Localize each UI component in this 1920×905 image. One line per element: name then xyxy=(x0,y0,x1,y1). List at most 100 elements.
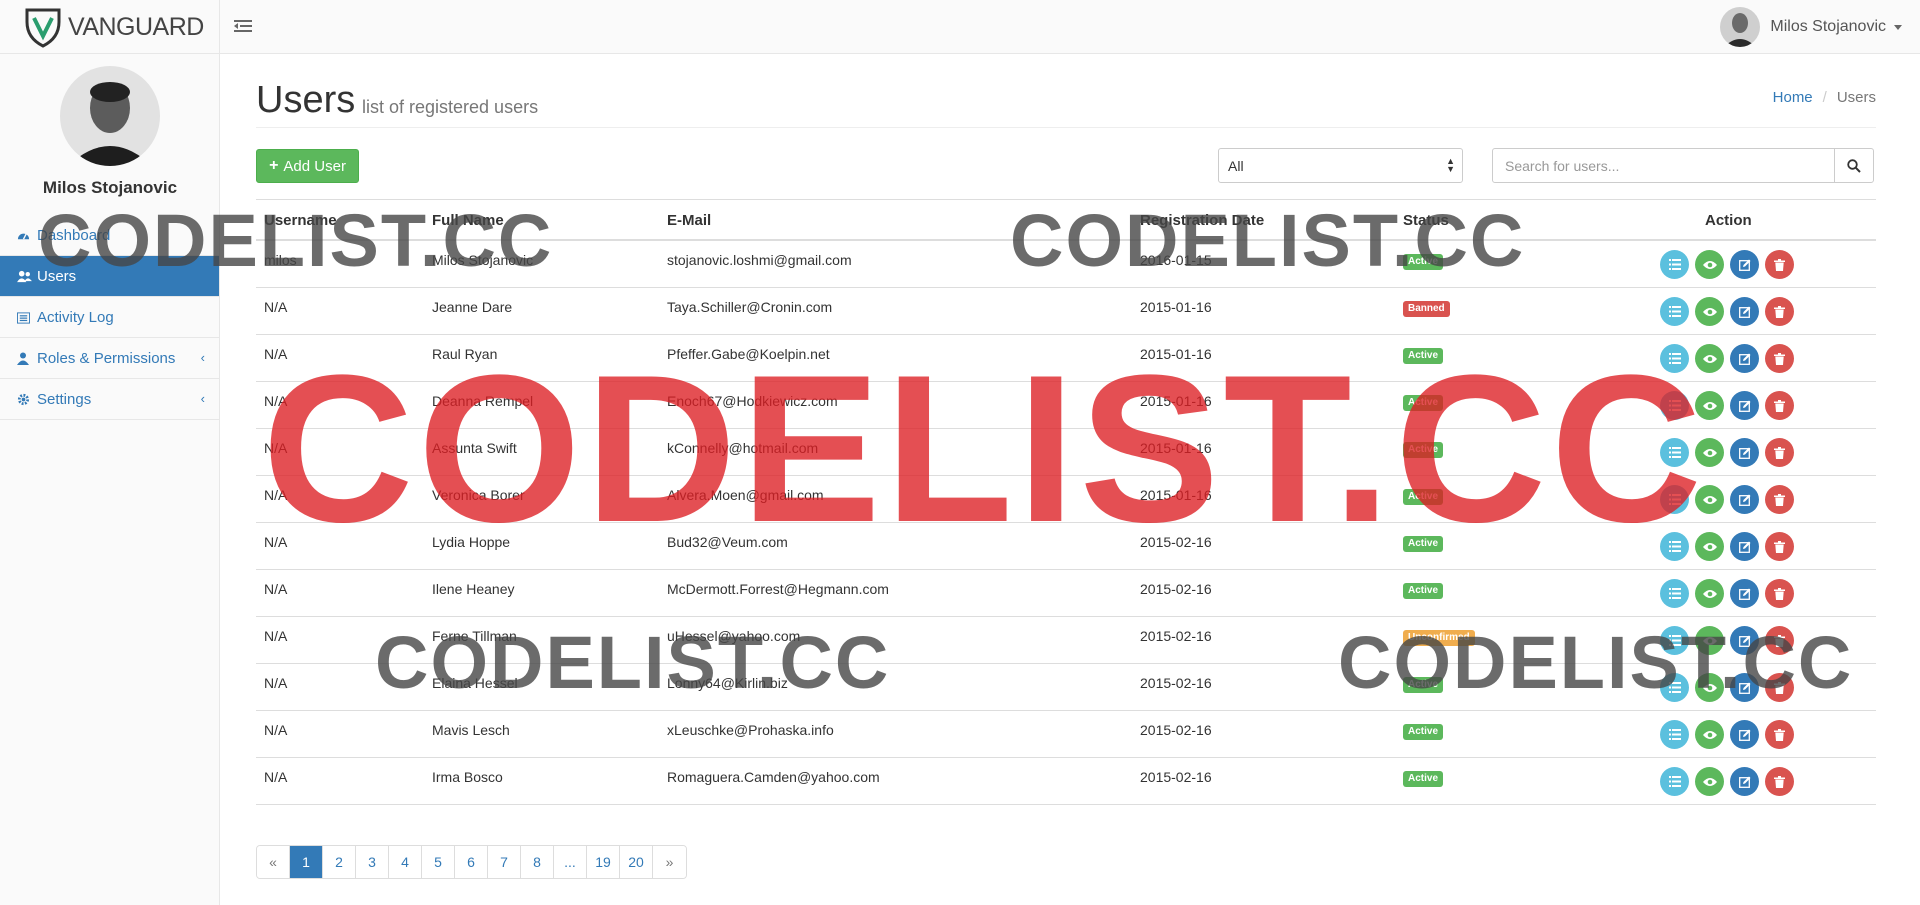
page-link-6[interactable]: 6 xyxy=(455,846,488,878)
details-button[interactable] xyxy=(1660,673,1689,702)
cell-full-name: Raul Ryan xyxy=(432,346,498,362)
page-link-3[interactable]: 3 xyxy=(356,846,389,878)
delete-button[interactable] xyxy=(1765,767,1794,796)
delete-button[interactable] xyxy=(1765,485,1794,514)
edit-button[interactable] xyxy=(1730,391,1759,420)
delete-button[interactable] xyxy=(1765,391,1794,420)
view-button[interactable] xyxy=(1695,579,1724,608)
eye-icon xyxy=(1702,636,1717,646)
trash-icon xyxy=(1774,634,1785,647)
details-button[interactable] xyxy=(1660,391,1689,420)
trash-icon xyxy=(1774,352,1785,365)
delete-button[interactable] xyxy=(1765,532,1794,561)
edit-button[interactable] xyxy=(1730,626,1759,655)
edit-button[interactable] xyxy=(1730,344,1759,373)
view-button[interactable] xyxy=(1695,250,1724,279)
user-name: Milos Stojanovic xyxy=(1770,18,1886,35)
view-button[interactable] xyxy=(1695,438,1724,467)
page-link-8[interactable]: 8 xyxy=(521,846,554,878)
delete-button[interactable] xyxy=(1765,438,1794,467)
search-button[interactable] xyxy=(1834,148,1874,183)
page-link-1[interactable]: 1 xyxy=(290,846,323,878)
view-button[interactable] xyxy=(1695,344,1724,373)
cell-email: Taya.Schiller@Cronin.com xyxy=(667,299,833,315)
view-button[interactable] xyxy=(1695,485,1724,514)
edit-button[interactable] xyxy=(1730,438,1759,467)
details-button[interactable] xyxy=(1660,485,1689,514)
header-email[interactable]: E-Mail xyxy=(667,212,711,229)
page-link-5[interactable]: 5 xyxy=(422,846,455,878)
details-button[interactable] xyxy=(1660,250,1689,279)
prev-page-button[interactable]: « xyxy=(257,846,290,878)
row-actions xyxy=(1660,673,1800,702)
details-button[interactable] xyxy=(1660,767,1689,796)
sidebar-item-settings[interactable]: Settings ‹ xyxy=(0,379,219,420)
view-button[interactable] xyxy=(1695,720,1724,749)
delete-button[interactable] xyxy=(1765,720,1794,749)
sidebar-item-activity-log[interactable]: Activity Log xyxy=(0,297,219,338)
delete-button[interactable] xyxy=(1765,344,1794,373)
next-page-button[interactable]: » xyxy=(653,846,686,878)
list-icon xyxy=(1668,635,1681,646)
delete-button[interactable] xyxy=(1765,250,1794,279)
edit-button[interactable] xyxy=(1730,485,1759,514)
cell-registration-date: 2015-01-16 xyxy=(1140,393,1212,409)
cell-email: stojanovic.loshmi@gmail.com xyxy=(667,252,852,268)
sidebar-item-dashboard[interactable]: Dashboard xyxy=(0,215,219,256)
page-link-20[interactable]: 20 xyxy=(620,846,653,878)
edit-button[interactable] xyxy=(1730,532,1759,561)
edit-button[interactable] xyxy=(1730,579,1759,608)
view-button[interactable] xyxy=(1695,626,1724,655)
sidebar-item-users[interactable]: Users xyxy=(0,256,219,297)
cell-email: uHessel@yahoo.com xyxy=(667,628,801,644)
edit-button[interactable] xyxy=(1730,250,1759,279)
search-input[interactable] xyxy=(1492,148,1835,183)
edit-button[interactable] xyxy=(1730,673,1759,702)
sidebar-item-roles-permissions[interactable]: Roles & Permissions ‹ xyxy=(0,338,219,379)
status-badge: Active xyxy=(1403,442,1444,458)
header-status[interactable]: Status xyxy=(1403,212,1449,229)
status-filter-select[interactable]: All ▲ ▼ xyxy=(1218,148,1463,183)
details-button[interactable] xyxy=(1660,626,1689,655)
page-link-2[interactable]: 2 xyxy=(323,846,356,878)
table-row: N/A Elaina Hessel Lonny64@Kirlin.biz 2015-0… xyxy=(256,664,1876,711)
details-button[interactable] xyxy=(1660,344,1689,373)
edit-button[interactable] xyxy=(1730,720,1759,749)
details-button[interactable] xyxy=(1660,720,1689,749)
table-row: N/A Jeanne Dare Taya.Schiller@Cronin.com 20… xyxy=(256,288,1876,335)
delete-button[interactable] xyxy=(1765,297,1794,326)
user-dropdown[interactable]: Milos Stojanovic xyxy=(1720,6,1902,48)
row-actions xyxy=(1660,720,1800,749)
view-button[interactable] xyxy=(1695,391,1724,420)
cell-full-name: Deanna Rempel xyxy=(432,393,534,409)
details-button[interactable] xyxy=(1660,438,1689,467)
view-button[interactable] xyxy=(1695,532,1724,561)
delete-button[interactable] xyxy=(1765,626,1794,655)
row-actions xyxy=(1660,344,1800,373)
view-button[interactable] xyxy=(1695,767,1724,796)
sidebar-toggle-icon[interactable] xyxy=(234,19,254,35)
add-user-button[interactable]: + Add User xyxy=(256,149,359,183)
page-link-19[interactable]: 19 xyxy=(587,846,620,878)
page-link-7[interactable]: 7 xyxy=(488,846,521,878)
delete-button[interactable] xyxy=(1765,579,1794,608)
page-link-4[interactable]: 4 xyxy=(389,846,422,878)
view-button[interactable] xyxy=(1695,297,1724,326)
view-button[interactable] xyxy=(1695,673,1724,702)
cell-username: N/A xyxy=(264,346,288,362)
brand-logo[interactable]: VANGUARD xyxy=(0,0,220,54)
header-full-name[interactable]: Full Name xyxy=(432,212,504,229)
header-username[interactable]: Username xyxy=(264,212,337,229)
status-badge: Active xyxy=(1403,677,1444,693)
header-registration-date[interactable]: Registration Date xyxy=(1140,212,1264,229)
page-subtitle: list of registered users xyxy=(362,97,539,117)
edit-button[interactable] xyxy=(1730,767,1759,796)
details-button[interactable] xyxy=(1660,532,1689,561)
edit-button[interactable] xyxy=(1730,297,1759,326)
details-button[interactable] xyxy=(1660,579,1689,608)
delete-button[interactable] xyxy=(1765,673,1794,702)
users-table: Username Full Name E-Mail Registration D… xyxy=(256,199,1876,805)
details-button[interactable] xyxy=(1660,297,1689,326)
breadcrumb-home[interactable]: Home xyxy=(1773,89,1813,106)
eye-icon xyxy=(1702,448,1717,458)
